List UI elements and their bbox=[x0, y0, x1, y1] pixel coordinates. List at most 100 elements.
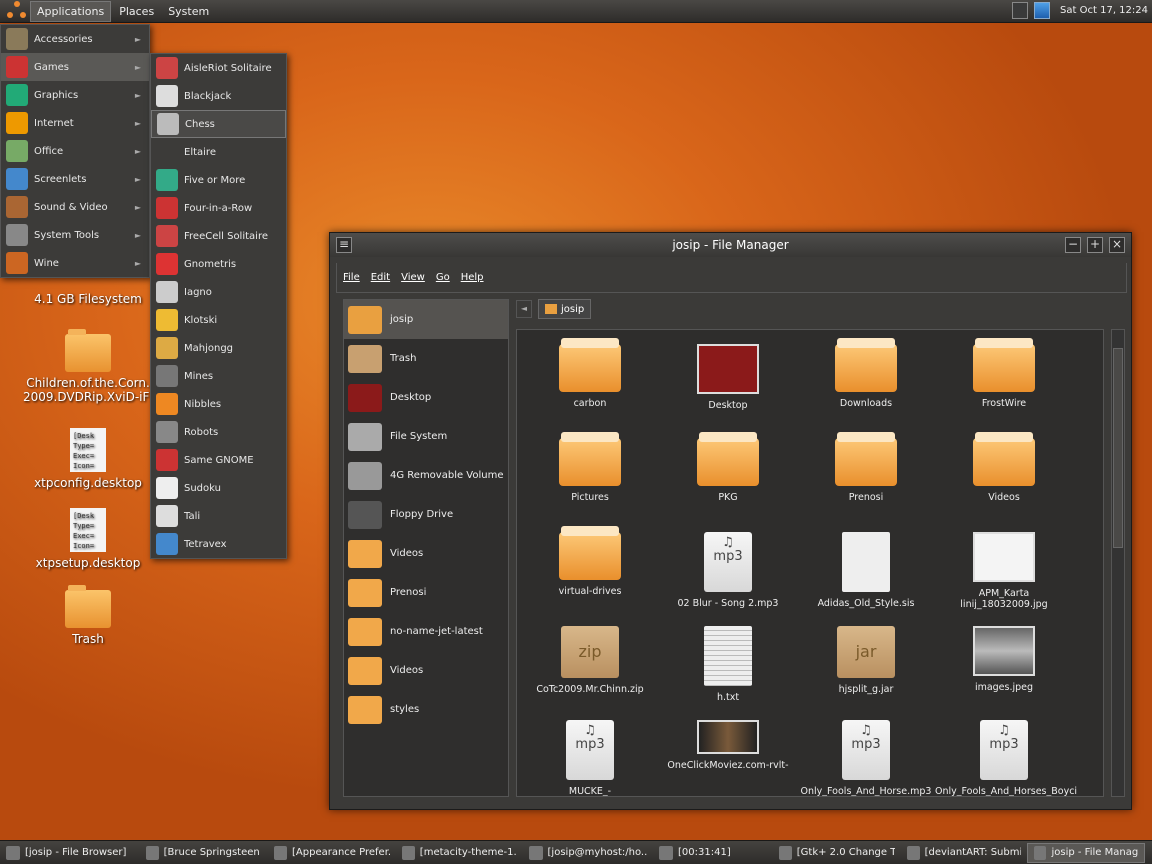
file-item[interactable]: images.jpeg bbox=[935, 626, 1073, 693]
game-item-five-or-more[interactable]: Five or More bbox=[151, 166, 286, 194]
file-item[interactable]: OneClickMoviez.com-rvlt- bbox=[659, 720, 797, 771]
sidebar-item-file-system[interactable]: File System bbox=[344, 417, 508, 456]
menu-item-graphics[interactable]: Graphics ► bbox=[1, 81, 149, 109]
menu-item-internet[interactable]: Internet ► bbox=[1, 109, 149, 137]
taskbar-item[interactable]: [josip - File Browser] bbox=[0, 843, 140, 863]
menu-view[interactable]: View bbox=[401, 272, 425, 283]
game-item-nibbles[interactable]: Nibbles bbox=[151, 390, 286, 418]
file-item[interactable]: ♫ mp3 Only_Fools_And_Horse.mp3 bbox=[797, 720, 935, 796]
ubuntu-logo-icon[interactable] bbox=[6, 1, 28, 21]
back-arrow-icon[interactable]: ◄ bbox=[516, 300, 532, 318]
places-menu[interactable]: Places bbox=[113, 2, 160, 21]
file-item[interactable]: ♫ mp3 MUCKE_- bbox=[521, 720, 659, 796]
menu-item-office[interactable]: Office ► bbox=[1, 137, 149, 165]
file-item[interactable]: virtual-drives bbox=[521, 526, 659, 597]
vertical-scrollbar[interactable] bbox=[1111, 329, 1125, 797]
speaker-icon[interactable] bbox=[1012, 2, 1029, 19]
window-titlebar[interactable]: ≡ josip - File Manager − + × bbox=[330, 233, 1131, 257]
file-item[interactable]: h.txt bbox=[659, 626, 797, 703]
sidebar-item-4g-removable-volume[interactable]: 4G Removable Volume bbox=[344, 456, 508, 495]
desktop-icon-3[interactable]: [Desk Type= Exec= Icon= xtpsetup.desktop bbox=[23, 508, 153, 570]
taskbar-item[interactable]: [Gtk+ 2.0 Change T... bbox=[773, 843, 901, 863]
menu-item-wine[interactable]: Wine ► bbox=[1, 249, 149, 277]
menu-item-screenlets[interactable]: Screenlets ► bbox=[1, 165, 149, 193]
sidebar-item-prenosi[interactable]: Prenosi bbox=[344, 573, 508, 612]
taskbar-item[interactable]: [metacity-theme-1.... bbox=[396, 843, 523, 863]
file-item[interactable]: Adidas_Old_Style.sis bbox=[797, 532, 935, 609]
menu-item-accessories[interactable]: Accessories ► bbox=[1, 25, 149, 53]
taskbar-item[interactable]: [deviantART: Submi... bbox=[901, 843, 1027, 863]
file-item[interactable]: carbon bbox=[521, 338, 659, 409]
file-item[interactable]: FrostWire bbox=[935, 338, 1073, 409]
game-item-sudoku[interactable]: Sudoku bbox=[151, 474, 286, 502]
file-item[interactable]: ♫ mp3 Only_Fools_And_Horses_Boyci bbox=[935, 720, 1077, 796]
sidebar-item-no-name-jet-latest[interactable]: no-name-jet-latest bbox=[344, 612, 508, 651]
desktop-icon-1[interactable]: Children.of.the.Corn. 2009.DVDRip.XviD-i… bbox=[23, 329, 158, 404]
game-item-mines[interactable]: Mines bbox=[151, 362, 286, 390]
sidebar-item-videos[interactable]: Videos bbox=[344, 651, 508, 690]
game-item-iagno[interactable]: Iagno bbox=[151, 278, 286, 306]
taskbar-item[interactable]: [Bruce Springsteen ... bbox=[140, 843, 268, 863]
game-item-four-in-a-row[interactable]: Four-in-a-Row bbox=[151, 194, 286, 222]
game-item-eltaire[interactable]: Eltaire bbox=[151, 138, 286, 166]
file-label: Videos bbox=[988, 492, 1020, 503]
screenlets-icon bbox=[6, 168, 28, 190]
game-item-gnometris[interactable]: Gnometris bbox=[151, 250, 286, 278]
game-item-chess[interactable]: Chess bbox=[151, 110, 286, 138]
menu-file[interactable]: File bbox=[343, 272, 360, 283]
game-item-robots[interactable]: Robots bbox=[151, 418, 286, 446]
file-item[interactable]: ♫ mp3 02 Blur - Song 2.mp3 bbox=[659, 532, 797, 609]
pointer-icon[interactable] bbox=[1034, 2, 1051, 19]
menu-edit[interactable]: Edit bbox=[371, 272, 390, 283]
menu-help[interactable]: Help bbox=[461, 272, 484, 283]
file-item[interactable]: Downloads bbox=[797, 338, 935, 409]
file-item[interactable]: APM_Karta linij_18032009.jpg bbox=[935, 532, 1073, 610]
menu-item-system-tools[interactable]: System Tools ► bbox=[1, 221, 149, 249]
scrollbar-thumb[interactable] bbox=[1113, 348, 1123, 548]
game-item-freecell-solitaire[interactable]: FreeCell Solitaire bbox=[151, 222, 286, 250]
file-item[interactable]: Prenosi bbox=[797, 432, 935, 503]
game-item-blackjack[interactable]: Blackjack bbox=[151, 82, 286, 110]
sidebar-item-trash[interactable]: Trash bbox=[344, 339, 508, 378]
sidebar-item-josip[interactable]: josip bbox=[344, 300, 508, 339]
file-item[interactable]: zip CoTc2009.Mr.Chinn.zip bbox=[521, 626, 659, 695]
desktop-icon-2[interactable]: [Desk Type= Exec= Icon= xtpconfig.desktop bbox=[23, 428, 153, 490]
game-item-same-gnome[interactable]: Same GNOME bbox=[151, 446, 286, 474]
taskbar-item-label: [Bruce Springsteen ... bbox=[163, 847, 262, 858]
close-button[interactable]: × bbox=[1109, 237, 1125, 253]
file-item[interactable]: jar hjsplit_g.jar bbox=[797, 626, 935, 695]
taskbar-item[interactable]: [josip@myhost:/ho... bbox=[523, 843, 653, 863]
game-item-mahjongg[interactable]: Mahjongg bbox=[151, 334, 286, 362]
file-item[interactable]: Videos bbox=[935, 432, 1073, 503]
desktop-icon-4[interactable]: Trash bbox=[23, 585, 153, 646]
taskbar-item[interactable]: [00:31:41] bbox=[653, 843, 773, 863]
game-item-aisleriot-solitaire[interactable]: AisleRiot Solitaire bbox=[151, 54, 286, 82]
taskbar-item[interactable]: josip - File Manager bbox=[1027, 842, 1145, 863]
menu-item-sound-video[interactable]: Sound & Video ► bbox=[1, 193, 149, 221]
sidebar-item-videos[interactable]: Videos bbox=[344, 534, 508, 573]
window-menu-icon[interactable]: ≡ bbox=[336, 237, 352, 253]
sidebar-item-styles[interactable]: styles bbox=[344, 690, 508, 729]
file-item[interactable]: PKG bbox=[659, 432, 797, 503]
clock[interactable]: Sat Oct 17, 12:24 bbox=[1060, 5, 1148, 16]
sidebar-item-floppy-drive[interactable]: Floppy Drive bbox=[344, 495, 508, 534]
sidebar-item-desktop[interactable]: Desktop bbox=[344, 378, 508, 417]
file-item[interactable]: Pictures bbox=[521, 432, 659, 503]
folder-icon bbox=[559, 432, 621, 486]
game-item-tali[interactable]: Tali bbox=[151, 502, 286, 530]
game-item-tetravex[interactable]: Tetravex bbox=[151, 530, 286, 558]
menu-item-games[interactable]: Games ► bbox=[1, 53, 149, 81]
window-title: josip - File Manager bbox=[672, 238, 789, 252]
desktop-icon-0[interactable]: 4.1 GB Filesystem bbox=[23, 292, 153, 306]
file-label: Desktop bbox=[708, 400, 748, 411]
maximize-button[interactable]: + bbox=[1087, 237, 1103, 253]
menu-go[interactable]: Go bbox=[436, 272, 450, 283]
minimize-button[interactable]: − bbox=[1065, 237, 1081, 253]
taskbar-item[interactable]: [Appearance Prefer... bbox=[268, 843, 396, 863]
game-item-label: Tetravex bbox=[184, 538, 227, 550]
breadcrumb-home[interactable]: josip bbox=[538, 299, 592, 319]
applications-menu[interactable]: Applications bbox=[30, 0, 112, 22]
system-menu[interactable]: System bbox=[162, 2, 215, 21]
file-item[interactable]: Desktop bbox=[659, 344, 797, 411]
game-item-klotski[interactable]: Klotski bbox=[151, 306, 286, 334]
